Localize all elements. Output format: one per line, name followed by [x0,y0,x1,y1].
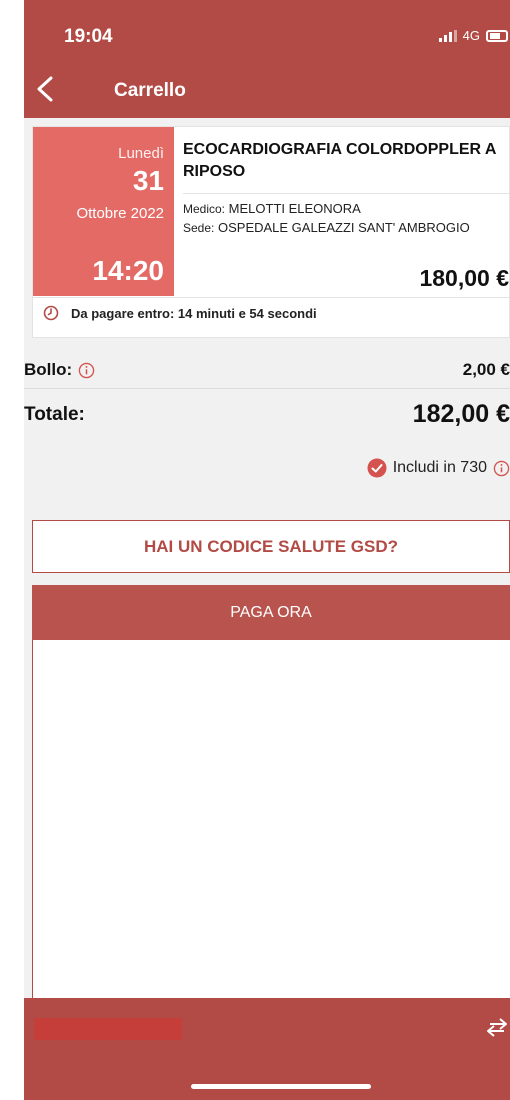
pay-deadline-text: Da pagare entro: 14 minuti e 54 secondi [71,305,317,321]
redacted-block [34,1018,182,1040]
signal-icon [438,29,457,42]
include-730-label: Includi in 730 [392,459,487,476]
left-margin [0,0,24,1100]
cart-content: Lunedì 31 Ottobre 2022 14:20 ECOCARDIOGR… [24,118,510,998]
card-separator [183,193,510,194]
bollo-value: 2,00 € [462,360,510,379]
total-value: 182,00 € [412,400,510,428]
bollo-label: Bollo: [24,360,73,379]
app-screen: 19:04 4G Carrello Lunedì 31 Ottobre 2022… [0,0,510,1100]
appointment-card: Lunedì 31 Ottobre 2022 14:20 ECOCARDIOGR… [32,126,510,338]
swap-arrows-icon[interactable] [486,1016,508,1038]
day-name: Lunedì [118,145,164,162]
app-header: 19:04 4G Carrello [24,0,510,118]
card-divider [33,297,510,298]
status-indicators: 4G [438,28,508,43]
appointment-time: 14:20 [92,255,164,286]
place-name: OSPEDALE GALEAZZI SANT' AMBROGIO [217,220,470,235]
bollo-label-group: Bollo: [24,360,95,380]
exam-price: 180,00 € [419,265,509,291]
battery-icon [486,29,508,42]
home-indicator[interactable] [191,1084,371,1089]
clock-icon [43,305,59,321]
place-label: Sede: [183,221,215,235]
pay-deadline: Da pagare entro: 14 minuti e 54 secondi [43,305,317,321]
info-icon[interactable] [493,460,510,477]
chevron-left-icon[interactable] [36,76,54,102]
paga-ora-button[interactable]: PAGA ORA [32,585,510,640]
doctor-info: Medico: MELOTTI ELEONORA [183,201,361,216]
status-time: 19:04 [64,26,113,47]
empty-area [32,640,510,998]
check-circle-icon[interactable] [367,458,387,478]
network-label: 4G [462,28,480,43]
page-title: Carrello [114,80,186,101]
place-info: Sede: OSPEDALE GALEAZZI SANT' AMBROGIO [183,219,503,237]
include-730-row[interactable]: Includi in 730 [367,458,510,478]
bottom-bar [24,998,510,1100]
info-icon[interactable] [78,362,95,379]
month-year: Ottobre 2022 [76,205,164,222]
appointment-date-box: Lunedì 31 Ottobre 2022 14:20 [33,127,174,296]
doctor-name: MELOTTI ELEONORA [228,201,361,216]
total-label: Totale: [24,404,85,425]
day-number: 31 [132,165,164,196]
doctor-label: Medico: [183,202,226,216]
codice-salute-button[interactable]: HAI UN CODICE SALUTE GSD? [32,520,510,573]
exam-title: ECOCARDIOGRAFIA COLORDOPPLER A RIPOSO [183,141,496,180]
summary-divider [24,388,510,389]
